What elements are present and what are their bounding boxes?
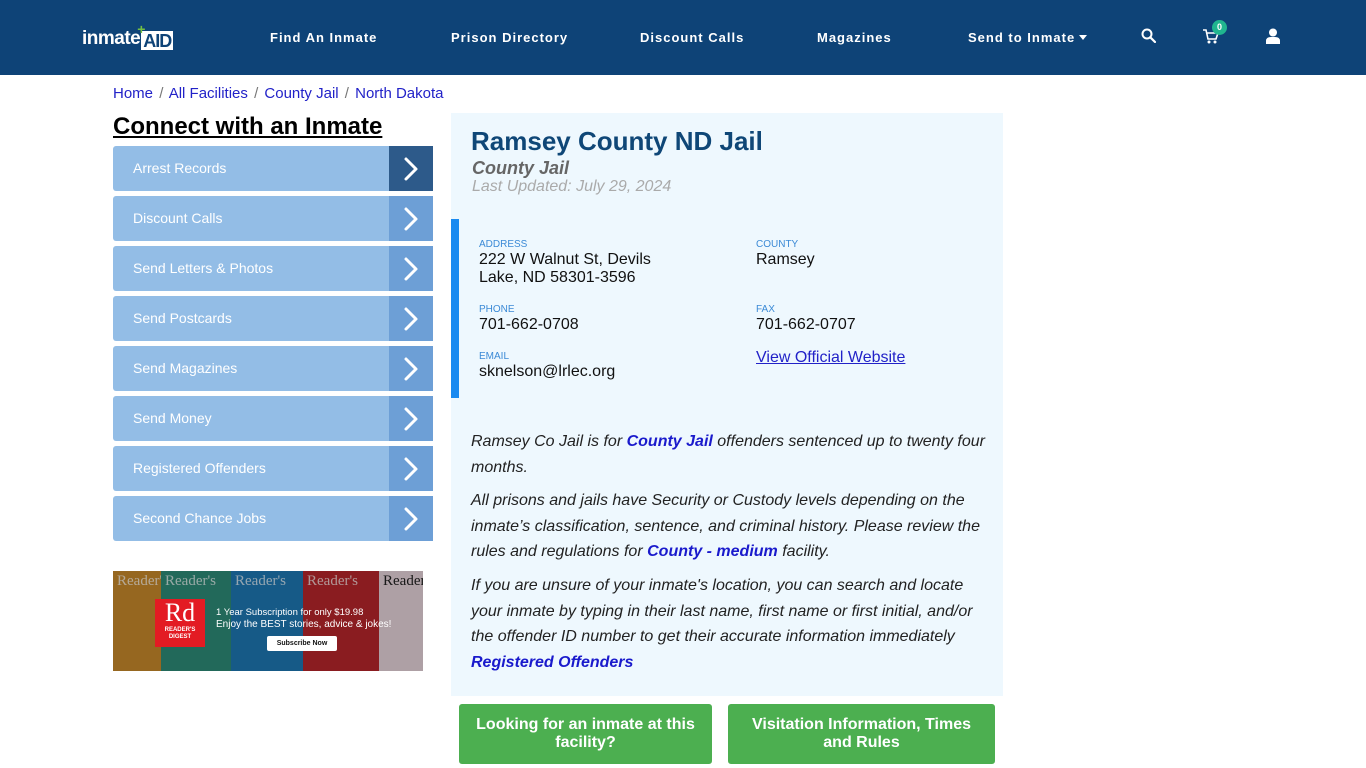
- sidebar-item-label: Send Postcards: [133, 310, 232, 326]
- address-line1: 222 W Walnut St, Devils: [479, 251, 651, 268]
- sidebar-item-second-chance-jobs[interactable]: Second Chance Jobs: [113, 496, 433, 541]
- sidebar-item-label: Second Chance Jobs: [133, 510, 267, 526]
- breadcrumb-home[interactable]: Home: [113, 85, 153, 102]
- ad-offer-text: 1 Year Subscription for only $19.98: [216, 607, 364, 618]
- nav-prison-directory[interactable]: Prison Directory: [451, 30, 568, 46]
- sidebar-item-label: Arrest Records: [133, 160, 227, 176]
- description-paragraph-3: If you are unsure of your inmate's locat…: [471, 573, 991, 675]
- subscribe-now-button[interactable]: Subscribe Now: [267, 636, 337, 651]
- search-icon[interactable]: [1141, 28, 1157, 48]
- fax-field: FAX 701-662-0707: [756, 304, 856, 334]
- phone-label: PHONE: [479, 304, 515, 315]
- chevron-right-icon: [389, 396, 433, 441]
- chevron-right-icon: [389, 496, 433, 541]
- desc-text: If you are unsure of your inmate's locat…: [471, 577, 973, 645]
- desc-text: facility.: [777, 543, 830, 560]
- breadcrumb-separator: /: [344, 85, 349, 102]
- breadcrumb-separator: /: [159, 85, 164, 102]
- sidebar-item-send-letters-photos[interactable]: Send Letters & Photos: [113, 246, 433, 291]
- fax-value: 701-662-0707: [756, 316, 856, 333]
- sidebar-item-registered-offenders[interactable]: Registered Offenders: [113, 446, 433, 491]
- chevron-right-icon: [389, 446, 433, 491]
- email-label: EMAIL: [479, 351, 510, 362]
- sidebar-item-label: Send Magazines: [133, 360, 238, 376]
- sidebar-item-send-money[interactable]: Send Money: [113, 396, 433, 441]
- sidebar-item-arrest-records[interactable]: Arrest Records: [113, 146, 433, 191]
- cart-count-badge: 0: [1212, 20, 1227, 35]
- inmateaid-logo[interactable]: inmate + AID: [82, 22, 174, 51]
- chevron-right-icon: [389, 146, 433, 191]
- county-field: COUNTY Ramsey: [756, 239, 815, 269]
- facility-name: Ramsey County ND Jail: [471, 126, 763, 156]
- nav-send-to-inmate[interactable]: Send to Inmate: [968, 30, 1088, 46]
- logo-aid-label: AID: [143, 31, 172, 51]
- address-line2: Lake, ND 58301-3596: [479, 269, 636, 286]
- address-label: ADDRESS: [479, 239, 528, 250]
- sidebar-item-label: Send Money: [133, 410, 212, 426]
- chevron-right-icon: [389, 346, 433, 391]
- email-field: EMAIL sknelson@lrlec.org: [479, 351, 615, 381]
- county-jail-link[interactable]: County Jail: [627, 433, 713, 450]
- facility-type: County Jail: [472, 158, 570, 178]
- sidebar-title: Connect with an Inmate: [113, 113, 383, 140]
- address-field: ADDRESS 222 W Walnut St, Devils Lake, ND…: [479, 239, 651, 287]
- ad-tagline: Enjoy the BEST stories, advice & jokes!: [216, 619, 392, 630]
- chevron-right-icon: [389, 296, 433, 341]
- description-paragraph-1: Ramsey Co Jail is for County Jail offend…: [471, 429, 991, 480]
- breadcrumb-all-facilities[interactable]: All Facilities: [169, 85, 248, 102]
- view-official-website-link[interactable]: View Official Website: [756, 349, 905, 366]
- facility-card: Ramsey County ND Jail County Jail Last U…: [451, 113, 1003, 696]
- sidebar-item-send-postcards[interactable]: Send Postcards: [113, 296, 433, 341]
- nav-send-to-inmate-label: Send to Inmate: [968, 30, 1076, 45]
- email-value: sknelson@lrlec.org: [479, 363, 616, 380]
- breadcrumb-north-dakota[interactable]: North Dakota: [355, 85, 443, 102]
- caret-down-icon: [1079, 35, 1088, 41]
- county-label: COUNTY: [756, 239, 799, 250]
- cart-button[interactable]: 0: [1203, 20, 1227, 49]
- readers-digest-ad-banner[interactable]: Reader's Reader's Reader's Reader's Read…: [113, 571, 423, 671]
- sidebar-menu: Arrest Records Discount Calls Send Lette…: [113, 146, 433, 546]
- top-navbar: inmate + AID Find An Inmate Prison Direc…: [0, 0, 1366, 75]
- logo-text-inmate: inmate: [82, 28, 141, 49]
- chevron-right-icon: [389, 246, 433, 291]
- user-icon[interactable]: [1266, 28, 1280, 49]
- logo-plus-icon: +: [137, 21, 145, 37]
- chevron-right-icon: [389, 196, 433, 241]
- breadcrumb-separator: /: [254, 85, 259, 102]
- fax-label: FAX: [756, 304, 775, 315]
- logo-text-aid: + AID: [137, 22, 174, 51]
- sidebar-item-label: Registered Offenders: [133, 460, 266, 476]
- sidebar-item-discount-calls[interactable]: Discount Calls: [113, 196, 433, 241]
- nav-magazines[interactable]: Magazines: [817, 30, 892, 46]
- breadcrumb-county-jail[interactable]: County Jail: [264, 85, 338, 102]
- county-value: Ramsey: [756, 251, 815, 268]
- sidebar-item-send-magazines[interactable]: Send Magazines: [113, 346, 433, 391]
- description-paragraph-2: All prisons and jails have Security or C…: [471, 488, 991, 565]
- nav-discount-calls[interactable]: Discount Calls: [640, 30, 744, 46]
- phone-value: 701-662-0708: [479, 316, 579, 333]
- rd-logo-text: Rd: [164, 598, 196, 627]
- rd-logo-subtext: READER'S DIGEST: [164, 627, 196, 640]
- registered-offenders-link[interactable]: Registered Offenders: [471, 654, 633, 671]
- breadcrumb: Home / All Facilities / County Jail / No…: [113, 85, 444, 103]
- phone-field: PHONE 701-662-0708: [479, 304, 579, 334]
- sidebar-item-label: Discount Calls: [133, 210, 223, 226]
- readers-digest-logo: Rd READER'S DIGEST: [155, 599, 205, 647]
- nav-find-an-inmate[interactable]: Find An Inmate: [270, 30, 377, 46]
- find-inmate-at-facility-button[interactable]: Looking for an inmate at this facility?: [459, 704, 712, 764]
- visitation-info-button[interactable]: Visitation Information, Times and Rules: [728, 704, 995, 764]
- last-updated: Last Updated: July 29, 2024: [472, 178, 672, 195]
- facility-contact-info: ADDRESS 222 W Walnut St, Devils Lake, ND…: [451, 219, 1003, 398]
- county-medium-link[interactable]: County - medium: [647, 543, 778, 560]
- sidebar-item-label: Send Letters & Photos: [133, 260, 274, 276]
- website-field: View Official Website: [756, 349, 905, 367]
- desc-text: Ramsey Co Jail is for: [471, 433, 627, 450]
